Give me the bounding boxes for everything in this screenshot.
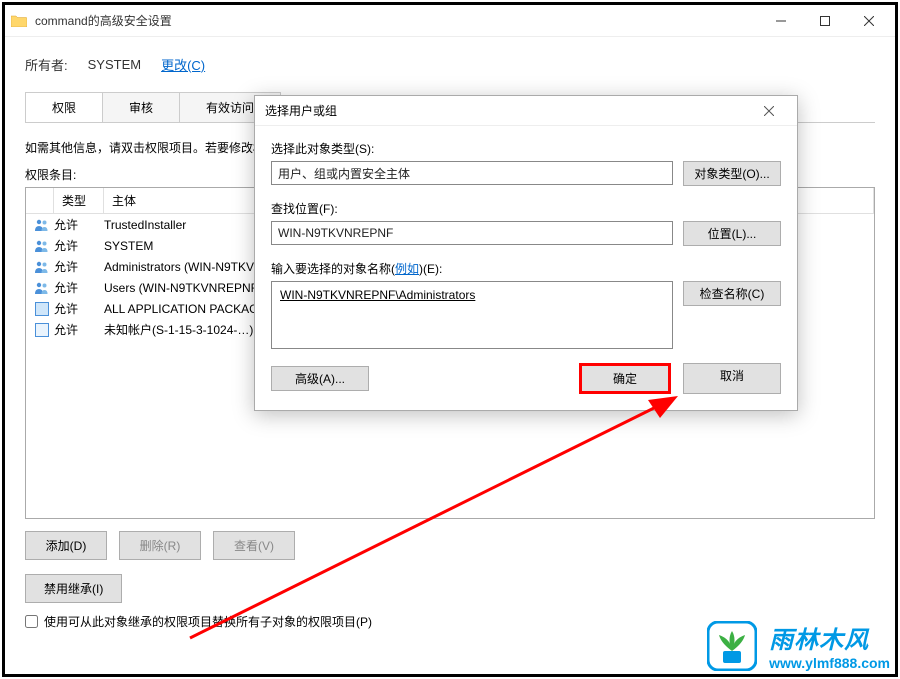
ok-button[interactable]: 确定 (579, 363, 671, 394)
check-names-button[interactable]: 检查名称(C) (683, 281, 781, 306)
users-icon (34, 239, 50, 253)
owner-label: 所有者: (25, 55, 68, 74)
dialog-close-button[interactable] (751, 97, 787, 125)
dialog-titlebar[interactable]: 选择用户或组 (255, 96, 797, 126)
example-link[interactable]: 例如 (395, 262, 419, 276)
object-name-input[interactable]: WIN-N9TKVNREPNF\Administrators (271, 281, 673, 349)
object-type-label: 选择此对象类型(S): (271, 140, 781, 157)
replace-child-permissions-checkbox[interactable] (25, 615, 38, 628)
advanced-button[interactable]: 高级(A)... (271, 366, 369, 391)
owner-row: 所有者: SYSTEM 更改(C) (25, 55, 875, 74)
package-icon (35, 302, 49, 316)
object-type-field (271, 161, 673, 185)
select-user-group-dialog: 选择用户或组 选择此对象类型(S): 对象类型(O)... 查找位置(F): 位… (254, 95, 798, 411)
maximize-button[interactable] (803, 6, 847, 36)
tab-permissions[interactable]: 权限 (25, 92, 103, 122)
users-icon (34, 281, 50, 295)
watermark-logo-icon (707, 621, 757, 671)
tab-audit[interactable]: 审核 (102, 92, 180, 122)
view-button[interactable]: 查看(V) (213, 531, 295, 560)
users-icon (34, 218, 50, 232)
owner-value: SYSTEM (88, 57, 141, 72)
disable-inherit-button[interactable]: 禁用继承(I) (25, 574, 122, 603)
minimize-button[interactable] (759, 6, 803, 36)
folder-icon (11, 14, 27, 27)
locations-button[interactable]: 位置(L)... (683, 221, 781, 246)
watermark-url: www.ylmf888.com (769, 655, 890, 671)
watermark: 雨林木风 www.ylmf888.com (707, 620, 890, 671)
watermark-name: 雨林木风 (769, 620, 890, 655)
object-types-button[interactable]: 对象类型(O)... (683, 161, 781, 186)
col-type[interactable]: 类型 (54, 188, 104, 213)
cancel-button[interactable]: 取消 (683, 363, 781, 394)
replace-child-permissions-label: 使用可从此对象继承的权限项目替换所有子对象的权限项目(P) (44, 613, 372, 630)
window-title: command的高级安全设置 (35, 12, 759, 29)
add-button[interactable]: 添加(D) (25, 531, 107, 560)
users-icon (34, 260, 50, 274)
main-titlebar: command的高级安全设置 (5, 5, 895, 37)
remove-button[interactable]: 删除(R) (119, 531, 201, 560)
change-owner-link[interactable]: 更改(C) (161, 55, 205, 74)
close-button[interactable] (847, 6, 891, 36)
dialog-title: 选择用户或组 (265, 102, 751, 119)
object-name-label: 输入要选择的对象名称(例如)(E): (271, 260, 781, 277)
location-label: 查找位置(F): (271, 200, 781, 217)
location-field (271, 221, 673, 245)
unknown-account-icon (35, 323, 49, 337)
